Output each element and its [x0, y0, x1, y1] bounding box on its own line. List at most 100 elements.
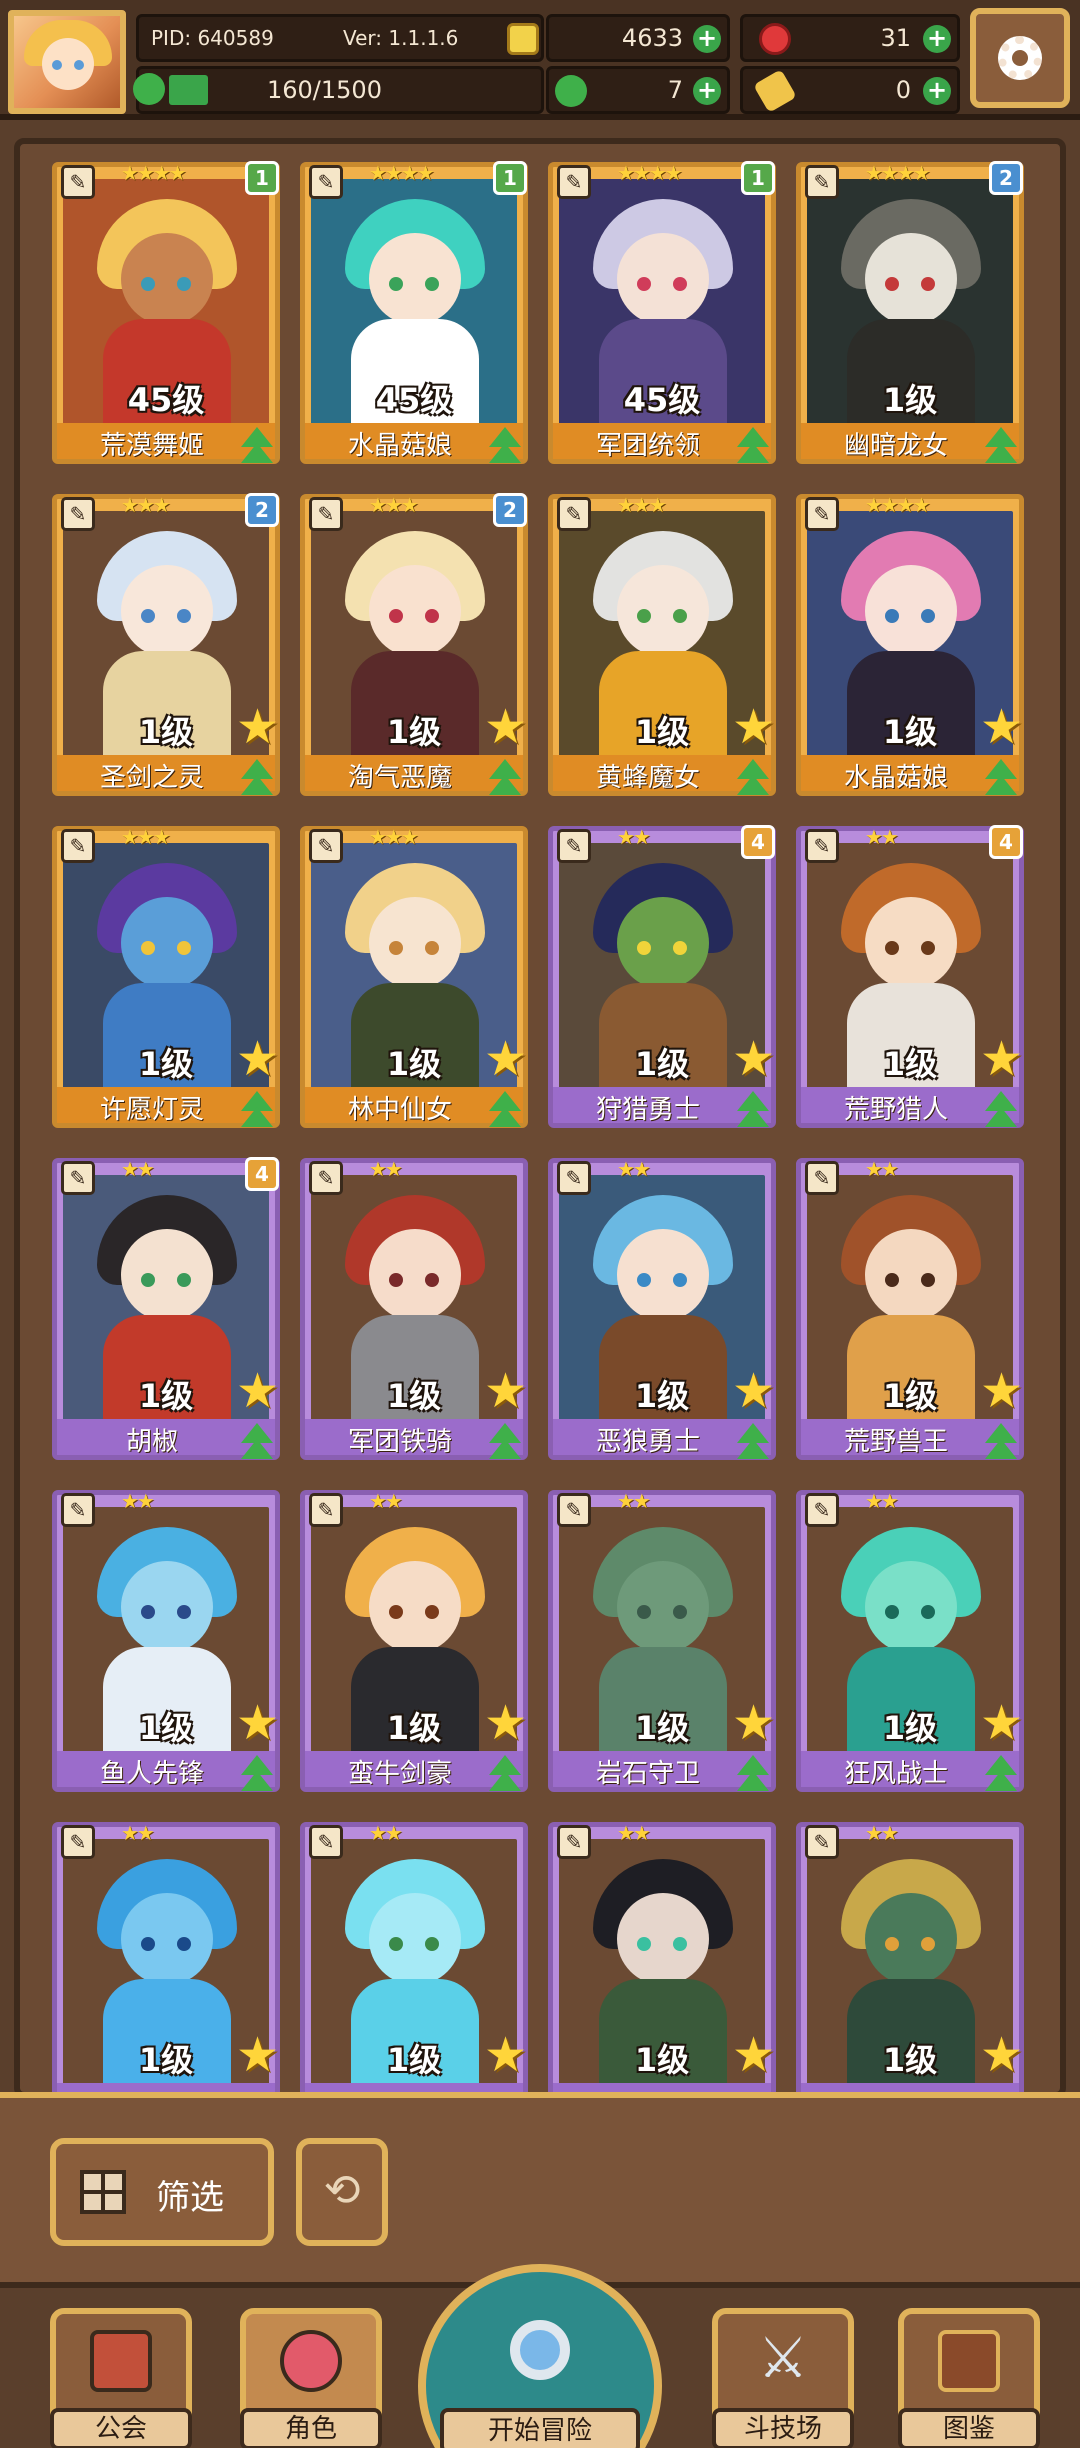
- character-name: 林中仙女: [347, 1095, 452, 1125]
- character-name: 荒野猎人: [843, 1095, 948, 1125]
- level-up-arrow-icon[interactable]: [235, 1423, 279, 1463]
- portrait-face: [121, 897, 213, 989]
- character-card[interactable]: ✎ ★★ 1级 ★ 岩石守卫: [548, 1489, 776, 1795]
- exp-text: 160/1500: [267, 76, 382, 104]
- character-card[interactable]: ✎ ★★★ 2 1级 ★ 淘气恶魔: [300, 493, 528, 799]
- character-card[interactable]: ✎ ★★★★ 1 45级 水晶菇娘: [300, 161, 528, 467]
- star-upgrade-icon[interactable]: ★: [236, 1699, 279, 1747]
- level-up-arrow-icon[interactable]: [483, 1755, 527, 1795]
- star-upgrade-icon[interactable]: ★: [484, 703, 527, 751]
- add-gold-icon[interactable]: +: [693, 25, 721, 53]
- character-card[interactable]: ✎ ★★★★ 1级 ★ 水晶菇娘: [796, 493, 1024, 799]
- rarity-stars: ★★★★: [865, 493, 931, 517]
- nav-adventure-label: 开始冒险: [440, 2408, 640, 2448]
- level-up-arrow-icon[interactable]: [483, 427, 527, 467]
- star-upgrade-icon[interactable]: ★: [980, 2031, 1023, 2079]
- nav-guild[interactable]: 公会: [50, 2308, 192, 2448]
- level-up-arrow-icon[interactable]: [235, 1091, 279, 1131]
- character-card[interactable]: ✎ ★★★ 1级 ★ 林中仙女: [300, 825, 528, 1131]
- settings-button[interactable]: [970, 8, 1070, 108]
- star-upgrade-icon[interactable]: ★: [980, 1035, 1023, 1083]
- character-card[interactable]: ✎ ★★ 4 1级 ★ 狩猎勇士: [548, 825, 776, 1131]
- gold-amount: 4633: [621, 24, 683, 52]
- level-up-arrow-icon[interactable]: [731, 1091, 775, 1131]
- star-upgrade-icon[interactable]: ★: [484, 2031, 527, 2079]
- level-up-arrow-icon[interactable]: [235, 1755, 279, 1795]
- level-up-arrow-icon[interactable]: [979, 427, 1023, 467]
- ruby-icon: [759, 23, 791, 55]
- portrait-eye-left: [885, 277, 899, 291]
- character-card[interactable]: ✎ ★★★★ 1 45级 军团统领: [548, 161, 776, 467]
- add-clover-icon[interactable]: +: [693, 77, 721, 105]
- refresh-icon: ⟲: [323, 2165, 361, 2216]
- star-upgrade-icon[interactable]: ★: [484, 1035, 527, 1083]
- star-upgrade-icon[interactable]: ★: [236, 2031, 279, 2079]
- level-up-arrow-icon[interactable]: [483, 759, 527, 799]
- portrait-eye-right: [425, 1937, 439, 1951]
- nav-codex[interactable]: 图鉴: [898, 2308, 1040, 2448]
- star-upgrade-icon[interactable]: ★: [732, 1367, 775, 1415]
- star-upgrade-icon[interactable]: ★: [236, 1367, 279, 1415]
- star-upgrade-icon[interactable]: ★: [236, 703, 279, 751]
- character-panel[interactable]: ✎ ★★★★ 1 45级 荒漠舞姬 ✎ ★★★★ 1 45级 水晶菇娘 ✎ ★★★★ 1 45级 军团统领 ✎…: [14, 138, 1066, 2098]
- rank-badge: 1: [493, 161, 527, 195]
- character-card[interactable]: ✎ ★★ 1级 ★ 军团铁骑: [300, 1157, 528, 1463]
- class-icon: ✎: [309, 1825, 343, 1859]
- star-upgrade-icon[interactable]: ★: [484, 1699, 527, 1747]
- nav-arena[interactable]: ⚔ 斗技场: [712, 2308, 854, 2448]
- character-card[interactable]: ✎ ★★ 1级 ★: [548, 1821, 776, 2092]
- character-card[interactable]: ✎ ★★★ 1级 ★ 许愿灯灵: [52, 825, 280, 1131]
- player-avatar[interactable]: [8, 10, 126, 114]
- refresh-button[interactable]: ⟲: [296, 2138, 388, 2246]
- class-icon: ✎: [309, 497, 343, 531]
- rarity-stars: ★★: [617, 1821, 651, 1845]
- character-card[interactable]: ✎ ★★★ 2 1级 ★ 圣剑之灵: [52, 493, 280, 799]
- star-upgrade-icon[interactable]: ★: [732, 703, 775, 751]
- level-up-arrow-icon[interactable]: [979, 759, 1023, 799]
- nav-characters[interactable]: 角色: [240, 2308, 382, 2448]
- character-card[interactable]: ✎ ★★ 1级 ★: [796, 1821, 1024, 2092]
- level-up-arrow-icon[interactable]: [483, 1091, 527, 1131]
- level-up-arrow-icon[interactable]: [235, 759, 279, 799]
- character-card[interactable]: ✎ ★★★★ 2 1级 幽暗龙女: [796, 161, 1024, 467]
- character-card[interactable]: ✎ ★★ 1级 ★ 荒野兽王: [796, 1157, 1024, 1463]
- character-card[interactable]: ✎ ★★ 1级 ★: [300, 1821, 528, 2092]
- character-card[interactable]: ✎ ★★ 1级 ★: [52, 1821, 280, 2092]
- level-up-arrow-icon[interactable]: [731, 1755, 775, 1795]
- star-upgrade-icon[interactable]: ★: [732, 1699, 775, 1747]
- character-card[interactable]: ✎ ★★ 4 1级 ★ 胡椒: [52, 1157, 280, 1463]
- star-upgrade-icon[interactable]: ★: [484, 1367, 527, 1415]
- class-icon: ✎: [557, 829, 591, 863]
- character-card[interactable]: ✎ ★★ 4 1级 ★ 荒野猎人: [796, 825, 1024, 1131]
- rarity-stars: ★★★★: [369, 161, 435, 185]
- star-upgrade-icon[interactable]: ★: [732, 2031, 775, 2079]
- add-gem-icon[interactable]: +: [923, 25, 951, 53]
- star-upgrade-icon[interactable]: ★: [980, 703, 1023, 751]
- level-up-arrow-icon[interactable]: [979, 1423, 1023, 1463]
- star-upgrade-icon[interactable]: ★: [980, 1367, 1023, 1415]
- star-upgrade-icon[interactable]: ★: [980, 1699, 1023, 1747]
- character-card[interactable]: ✎ ★★ 1级 ★ 鱼人先锋: [52, 1489, 280, 1795]
- gold-bar: 4633 +: [546, 14, 730, 62]
- portrait-face: [617, 1229, 709, 1321]
- character-card[interactable]: ✎ ★★★★ 1 45级 荒漠舞姬: [52, 161, 280, 467]
- character-card[interactable]: ✎ ★★ 1级 ★ 蛮牛剑豪: [300, 1489, 528, 1795]
- character-card[interactable]: ✎ ★★★ 1级 ★ 黄蜂魔女: [548, 493, 776, 799]
- rarity-stars: ★★: [121, 1489, 155, 1513]
- level-up-arrow-icon[interactable]: [731, 759, 775, 799]
- filter-button[interactable]: 筛选: [50, 2138, 274, 2246]
- level-up-arrow-icon[interactable]: [979, 1755, 1023, 1795]
- filter-toolbar: 筛选 ⟲: [0, 2092, 1080, 2282]
- level-up-arrow-icon[interactable]: [235, 427, 279, 467]
- star-upgrade-icon[interactable]: ★: [236, 1035, 279, 1083]
- add-scroll-icon[interactable]: +: [923, 77, 951, 105]
- level-up-arrow-icon[interactable]: [731, 1423, 775, 1463]
- character-card[interactable]: ✎ ★★ 1级 ★ 狂风战士: [796, 1489, 1024, 1795]
- level-up-arrow-icon[interactable]: [483, 1423, 527, 1463]
- character-card[interactable]: ✎ ★★ 1级 ★ 恶狼勇士: [548, 1157, 776, 1463]
- nav-adventure[interactable]: 开始冒险: [418, 2264, 662, 2448]
- star-upgrade-icon[interactable]: ★: [732, 1035, 775, 1083]
- rarity-stars: ★★★: [617, 493, 667, 517]
- level-up-arrow-icon[interactable]: [731, 427, 775, 467]
- level-up-arrow-icon[interactable]: [979, 1091, 1023, 1131]
